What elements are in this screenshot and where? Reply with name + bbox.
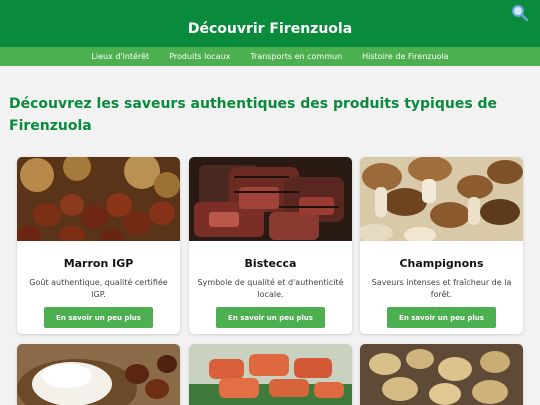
product-card-row2-3 bbox=[360, 344, 523, 405]
steak-image bbox=[189, 157, 352, 241]
flour-image bbox=[17, 344, 180, 405]
product-title: Champignons bbox=[399, 257, 484, 270]
product-description: Symbole de qualité et d'authenticité loc… bbox=[197, 278, 344, 299]
nav-item-transports[interactable]: Transports en commun bbox=[250, 52, 342, 61]
main-nav: Lieux d'intérêt Produits locaux Transpor… bbox=[0, 47, 540, 66]
product-card-marron: Marron IGP Goût authentique, qualité cer… bbox=[17, 157, 180, 334]
page-heading: Découvrez les saveurs authentiques des p… bbox=[9, 96, 498, 134]
site-header: Découvrir Firenzuola bbox=[0, 0, 540, 47]
chestnuts-image bbox=[17, 157, 180, 241]
product-title: Marron IGP bbox=[63, 257, 134, 270]
product-title: Bistecca bbox=[244, 257, 297, 270]
product-card-row2-2 bbox=[189, 344, 352, 405]
nav-item-lieux[interactable]: Lieux d'intérêt bbox=[91, 52, 149, 61]
fried-food-image bbox=[189, 344, 352, 405]
mushrooms-image bbox=[360, 157, 523, 241]
nav-item-produits[interactable]: Produits locaux bbox=[169, 52, 230, 61]
product-card-row2-1 bbox=[17, 344, 180, 405]
learn-more-button[interactable]: En savoir un peu plus bbox=[44, 307, 153, 328]
product-card-champignons: Champignons Saveurs intenses et fraîcheu… bbox=[360, 157, 523, 334]
product-description: Goût authentique, qualité certifiée IGP. bbox=[29, 278, 168, 299]
search-icon[interactable] bbox=[511, 4, 529, 22]
product-card-bistecca: Bistecca Symbole de qualité et d'authent… bbox=[189, 157, 352, 334]
learn-more-button[interactable]: En savoir un peu plus bbox=[216, 307, 325, 328]
learn-more-button[interactable]: En savoir un peu plus bbox=[387, 307, 496, 328]
site-title: Découvrir Firenzuola bbox=[187, 21, 353, 37]
nav-item-histoire[interactable]: Histoire de Firenzuola bbox=[362, 52, 448, 61]
product-description: Saveurs intenses et fraîcheur de la forê… bbox=[371, 278, 512, 299]
potatoes-image bbox=[360, 344, 523, 405]
